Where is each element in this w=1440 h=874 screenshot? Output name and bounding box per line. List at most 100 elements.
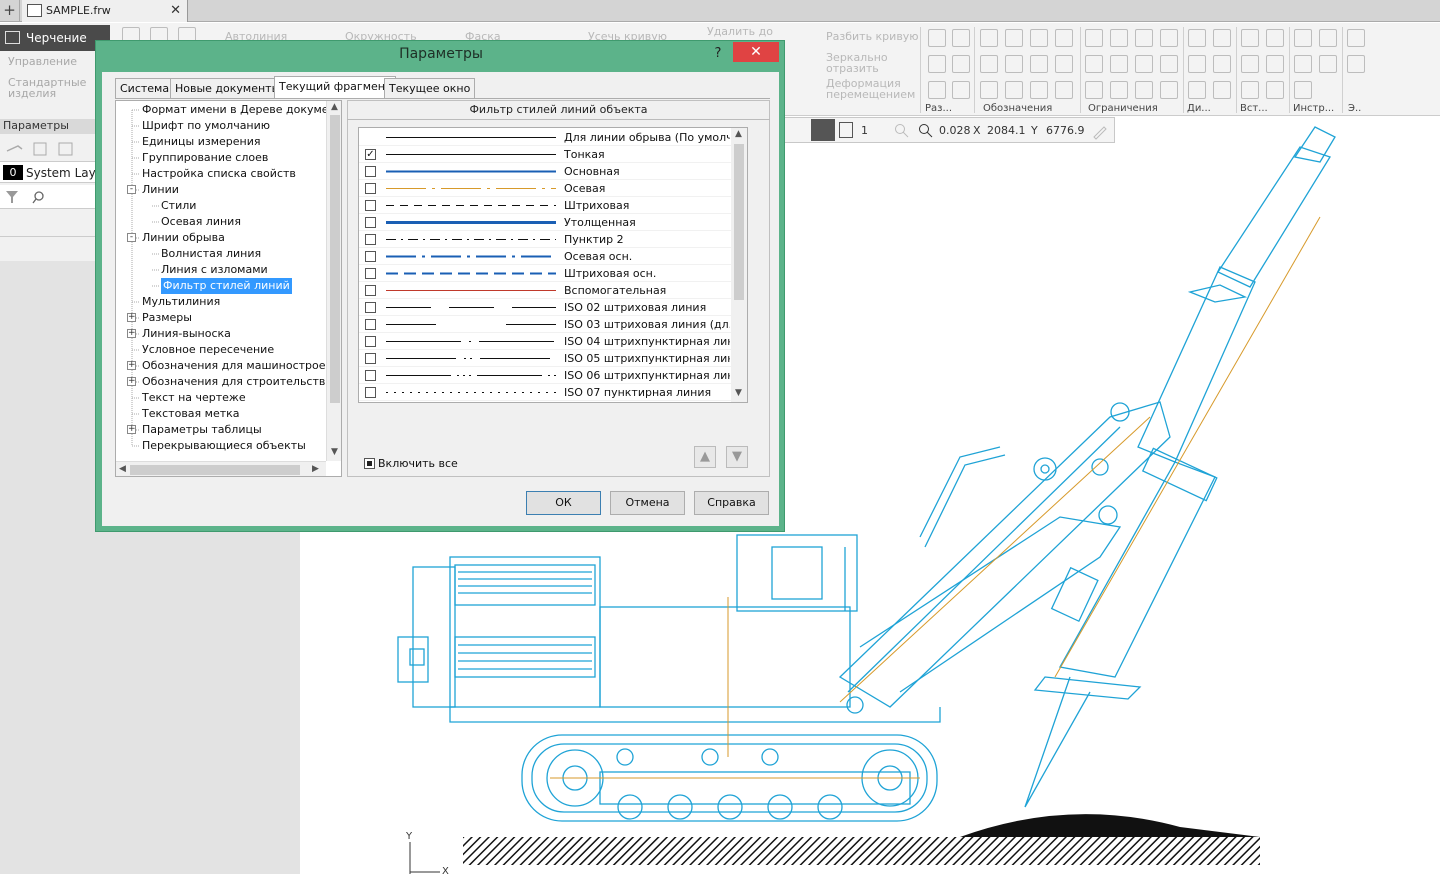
tool-erase-icon[interactable]	[1294, 55, 1312, 73]
tree-item[interactable]: Перекрывающиеся объекты	[142, 438, 306, 454]
constraint-coinc-icon[interactable]	[1135, 55, 1153, 73]
insert-image-icon[interactable]	[1266, 29, 1284, 47]
line-style-row[interactable]: Для линии обрыва (По умолч...	[359, 129, 731, 146]
insert-object-icon[interactable]	[1266, 55, 1284, 73]
linear-dim-icon[interactable]	[928, 81, 946, 99]
insert-view-icon[interactable]	[1241, 29, 1259, 47]
tree-item[interactable]: Фильтр стилей линий	[161, 278, 292, 294]
move-up-button[interactable]: ▲	[694, 446, 716, 468]
line-style-row[interactable]: Штриховая осн.	[359, 265, 731, 282]
collapse-icon[interactable]: -	[127, 233, 136, 242]
collapse-icon[interactable]: -	[127, 185, 136, 194]
mark-icon[interactable]	[1055, 55, 1073, 73]
expand-icon[interactable]: +	[127, 313, 136, 322]
text-icon[interactable]	[980, 55, 998, 73]
line-style-checkbox[interactable]	[365, 336, 376, 347]
weld-icon[interactable]	[1055, 81, 1073, 99]
line-style-row[interactable]: ✓ Тонкая	[359, 146, 731, 163]
group-insert[interactable]: Вст...	[1240, 103, 1268, 114]
new-tab-button[interactable]: +	[0, 0, 20, 22]
expand-icon[interactable]: +	[127, 361, 136, 370]
line-style-checkbox[interactable]	[365, 319, 376, 330]
line-style-row[interactable]: ISO 04 штрихпунктирная лини...	[359, 333, 731, 350]
big-text-icon[interactable]	[1005, 81, 1023, 99]
tree-item[interactable]: Настройка списка свойств	[142, 166, 296, 182]
close-tab-icon[interactable]: ✕	[170, 0, 181, 22]
snap-toggle-icon[interactable]	[811, 119, 835, 141]
line-style-row[interactable]: Пунктир 2	[359, 231, 731, 248]
line-style-checkbox[interactable]	[365, 166, 376, 177]
hatch-icon[interactable]	[1030, 55, 1048, 73]
tree-item[interactable]: Обозначения для машиностроения	[142, 358, 341, 374]
snap-step[interactable]: 1	[861, 124, 868, 137]
tab-new-documents[interactable]: Новые документы	[170, 78, 286, 98]
insert-link-icon[interactable]	[1241, 81, 1259, 99]
tree-item[interactable]: Мультилиния	[142, 294, 220, 310]
roughness-icon[interactable]	[980, 29, 998, 47]
y-value[interactable]: 6776.9	[1046, 124, 1085, 137]
tree-item[interactable]: Единицы измерения	[142, 134, 261, 150]
group-tools[interactable]: Инстр...	[1293, 103, 1334, 114]
tree-item[interactable]: Шрифт по умолчанию	[142, 118, 270, 134]
elements-icon[interactable]	[1347, 29, 1365, 47]
zoom-value[interactable]: 0.028	[939, 124, 971, 137]
line-style-checkbox[interactable]	[365, 251, 376, 262]
tree-item[interactable]: Группирование слоев	[142, 150, 268, 166]
expand-icon[interactable]: +	[127, 377, 136, 386]
arc-dim-icon[interactable]	[952, 81, 970, 99]
tab-system[interactable]: Система	[115, 78, 175, 98]
line-style-checkbox[interactable]	[365, 387, 376, 398]
tree-item[interactable]: Текст на чертеже	[142, 390, 246, 406]
tree-scroll-thumb[interactable]	[330, 115, 340, 403]
diagnostic4-icon[interactable]	[1213, 55, 1231, 73]
line-style-checkbox[interactable]	[365, 353, 376, 364]
line-style-row[interactable]: Штриховая	[359, 197, 731, 214]
tree-item[interactable]: Линии обрыва	[142, 230, 225, 246]
constraint-sym-icon[interactable]	[1160, 55, 1178, 73]
insert-macro-icon[interactable]	[1266, 81, 1284, 99]
constraint-parallel-icon[interactable]	[1110, 29, 1128, 47]
line-style-row[interactable]: Вспомогательная	[359, 282, 731, 299]
tree-item[interactable]: Размеры	[142, 310, 192, 326]
tool-delete-to[interactable]: Удалить до	[707, 25, 773, 38]
expand-icon[interactable]: +	[127, 329, 136, 338]
tree-item[interactable]: Волнистая линия	[161, 246, 261, 262]
tree-item[interactable]: Обозначения для строительства	[142, 374, 332, 390]
leader-icon[interactable]	[1055, 29, 1073, 47]
line-style-row[interactable]: ISO 07 пунктирная линия	[359, 384, 731, 401]
line-style-checkbox[interactable]: ✓	[365, 149, 376, 160]
mode-selector[interactable]: Черчение	[0, 25, 110, 51]
diameter-dim-icon[interactable]	[952, 55, 970, 73]
constraint-fix-icon[interactable]	[1085, 29, 1103, 47]
cancel-button[interactable]: Отмена	[610, 491, 685, 515]
help-button[interactable]: Справка	[694, 491, 769, 515]
group-elements[interactable]: Э..	[1348, 103, 1361, 114]
tool-copy-icon[interactable]	[1294, 29, 1312, 47]
tree-item[interactable]: Текстовая метка	[142, 406, 240, 422]
tool-split-curve[interactable]: Разбить кривую	[826, 30, 919, 43]
radius-dim-icon[interactable]	[928, 55, 946, 73]
diagnostic2-icon[interactable]	[1213, 29, 1231, 47]
expand-icon[interactable]: +	[127, 425, 136, 434]
base-icon[interactable]	[1005, 29, 1023, 47]
line-style-checkbox[interactable]	[365, 217, 376, 228]
list-vertical-scrollbar[interactable]: ▲ ▼	[731, 128, 747, 402]
line-style-checkbox[interactable]	[365, 183, 376, 194]
diagnostic3-icon[interactable]	[1188, 55, 1206, 73]
close-button[interactable]: ✕	[733, 42, 779, 62]
grid-icon[interactable]	[1030, 81, 1048, 99]
line-style-checkbox[interactable]	[365, 285, 376, 296]
constraint-horiz-icon[interactable]	[1085, 55, 1103, 73]
line-style-row[interactable]: ISO 03 штриховая линия (дл. п...	[359, 316, 731, 333]
line-style-checkbox[interactable]	[365, 370, 376, 381]
constraint-tangent-icon[interactable]	[1160, 29, 1178, 47]
group-annotations[interactable]: Обозначения	[983, 103, 1052, 114]
tolerance-icon[interactable]	[1030, 29, 1048, 47]
diagnostic-icon[interactable]	[1188, 29, 1206, 47]
constraint-point-icon[interactable]	[1160, 81, 1178, 99]
help-icon[interactable]: ?	[704, 43, 732, 65]
line-style-checkbox[interactable]	[365, 234, 376, 245]
tree-item[interactable]: Линии	[142, 182, 179, 198]
diagnostic6-icon[interactable]	[1213, 81, 1231, 99]
tree-item[interactable]: Параметры таблицы	[142, 422, 262, 438]
